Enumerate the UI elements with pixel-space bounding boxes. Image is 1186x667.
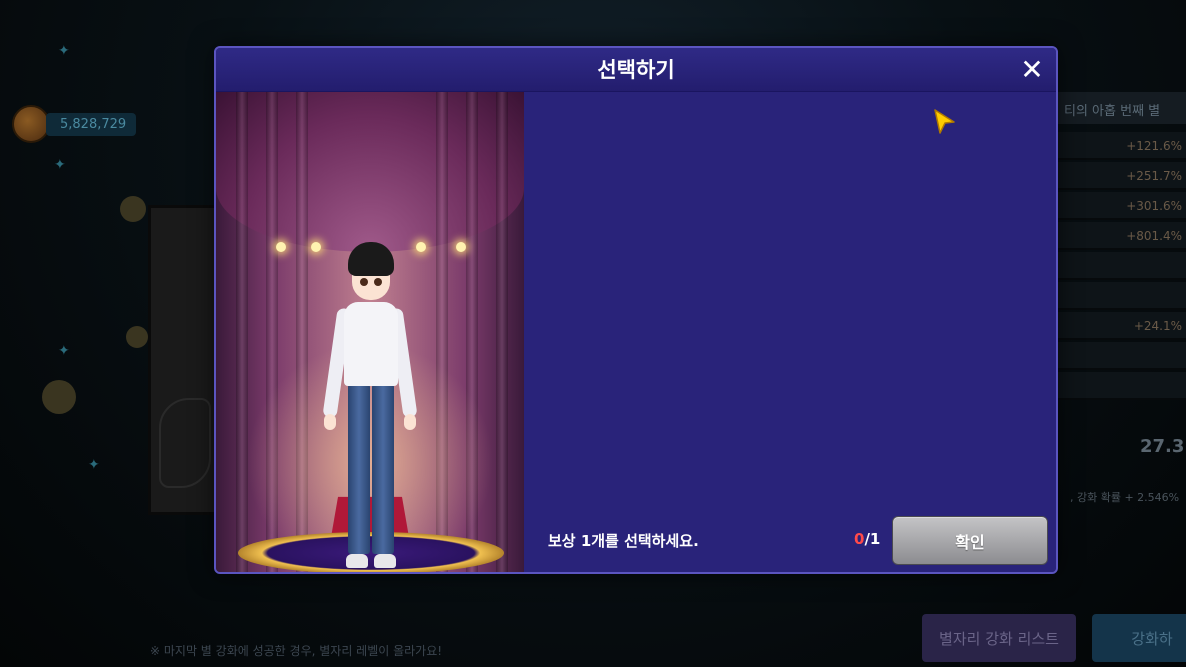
curtain-fold [496,92,508,572]
selection-prompt: 보상 1개를 선택하세요. [548,532,699,550]
sparkle-icon: ✦ [88,457,100,473]
sparkle-icon: ✦ [58,343,70,359]
footer-note: ※ 마지막 별 강화에 성공한 경우, 별자리 레벨이 올라가요! [150,644,443,658]
close-icon[interactable]: ✕ [1018,56,1046,84]
constellation-star [42,380,76,414]
stat-row [1056,372,1186,400]
constellation-sketch [159,398,211,488]
stat-row: +251.7% [1056,162,1186,190]
stat-total-value: 27.3 [1140,436,1185,457]
constellation-card [148,205,220,515]
avatar-shoe [346,554,368,568]
currency-display: 5,828,729 [12,105,137,143]
stat-row: +801.4% [1056,222,1186,250]
avatar-hand [404,414,416,430]
stat-row [1056,252,1186,280]
stat-row [1056,282,1186,310]
stat-row: +301.6% [1056,192,1186,220]
modal-title: 선택하기 [597,58,675,82]
character-avatar [320,242,420,572]
avatar-shoe [374,554,396,568]
selected-count: 0 [854,530,865,548]
enhance-button[interactable]: 강화하 [1092,614,1186,662]
selection-count: 0/1 [854,530,880,548]
constellation-star [126,326,148,348]
select-reward-modal: 선택하기 ✕ 보상 1개를 선택하세요. 0/1 확인 [214,46,1058,574]
stage-bulb [456,242,466,252]
game-screen: ✦ ✦ ✦ ✦ 5,828,729 티의 아홉 번째 별 +121.6% +25… [0,0,1186,667]
confirm-button[interactable]: 확인 [892,516,1048,565]
max-count: 1 [869,530,881,548]
currency-coin-icon [12,105,50,143]
stat-row: +121.6% [1056,132,1186,160]
constellation-star [120,196,146,222]
stat-panel-title: 티의 아홉 번째 별 [1056,92,1186,124]
stat-row [1056,342,1186,370]
sparkle-icon: ✦ [58,43,70,59]
avatar-hand [324,414,336,430]
stage-bulb [276,242,286,252]
modal-header: 선택하기 ✕ [216,48,1056,92]
cursor-icon [934,109,955,134]
avatar-leg [372,384,394,554]
avatar-hair [348,242,394,276]
avatar-eye [374,278,382,286]
constellation-list-button[interactable]: 별자리 강화 리스트 [922,614,1076,662]
reward-list-area [524,92,1056,572]
stat-row: +24.1% [1056,312,1186,340]
avatar-leg [348,384,370,554]
character-preview [216,92,524,572]
enhance-rate-text: , 강화 확률 + 2.546% [1070,491,1180,504]
sparkle-icon: ✦ [54,157,66,173]
avatar-shirt [344,302,398,386]
currency-value: 5,828,729 [46,112,137,136]
avatar-eye [360,278,368,286]
